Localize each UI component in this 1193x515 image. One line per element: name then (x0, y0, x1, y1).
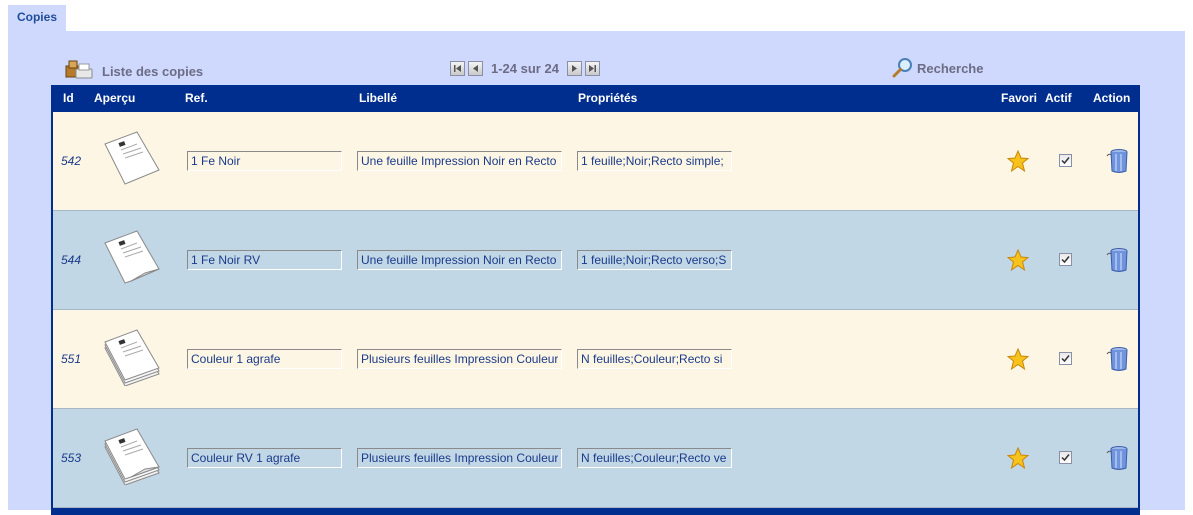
ref-field[interactable] (187, 349, 342, 369)
col-header-actif: Actif (1045, 91, 1072, 105)
trash-bin-icon[interactable] (1105, 148, 1131, 174)
col-header-favori: Favori (1001, 91, 1038, 105)
libelle-field[interactable] (357, 349, 562, 369)
col-header-apercu: Aperçu (94, 91, 136, 105)
prev-page-button[interactable] (468, 60, 483, 76)
ref-field[interactable] (187, 250, 342, 270)
ref-field[interactable] (187, 151, 342, 171)
stacked-sheets-curled-icon (104, 428, 160, 485)
row-id: 542 (61, 154, 82, 168)
prev-page-icon (473, 64, 478, 72)
first-page-icon (454, 64, 461, 72)
row-id: 551 (61, 352, 82, 366)
proprietes-field[interactable] (577, 151, 732, 171)
search-link[interactable]: Recherche (892, 57, 983, 79)
next-page-icon (571, 64, 577, 72)
col-header-id: Id (63, 91, 74, 105)
proprietes-field[interactable] (577, 349, 732, 369)
table-row: 553 (53, 409, 1138, 508)
list-title: Liste des copies (102, 64, 204, 79)
col-header-libelle: Libellé (359, 91, 398, 105)
last-page-button[interactable] (584, 60, 600, 76)
libelle-field[interactable] (357, 448, 562, 468)
actif-checkbox[interactable] (1059, 352, 1072, 365)
check-icon (1061, 454, 1070, 462)
check-icon (1061, 256, 1070, 264)
table-row: 551 (53, 310, 1138, 409)
row-id: 544 (61, 253, 82, 267)
search-label: Recherche (917, 60, 984, 76)
check-icon (1061, 157, 1070, 165)
copies-panel: Liste des copies 1-24 sur 24 Recherche I… (8, 31, 1185, 515)
pager-range: 1-24 sur 24 (491, 60, 559, 76)
single-sheet-icon (104, 131, 160, 185)
ref-field[interactable] (187, 448, 342, 468)
proprietes-field[interactable] (577, 448, 732, 468)
last-page-icon (588, 64, 596, 72)
star-icon[interactable] (1007, 348, 1029, 370)
actif-checkbox[interactable] (1059, 154, 1072, 167)
libelle-field[interactable] (357, 151, 562, 171)
trash-bin-icon[interactable] (1105, 346, 1131, 372)
star-icon[interactable] (1007, 447, 1029, 469)
libelle-field[interactable] (357, 250, 562, 270)
star-icon[interactable] (1007, 249, 1029, 271)
check-icon (1061, 355, 1070, 363)
col-header-action: Action (1093, 91, 1131, 105)
magnifier-icon (892, 58, 912, 78)
single-sheet-curled-icon (104, 230, 160, 284)
copies-table: Id Aperçu Ref. Libellé Propriétés Favori… (51, 85, 1140, 515)
tab-bar: Copies (0, 0, 1193, 31)
table-row: 544 (53, 211, 1138, 310)
proprietes-field[interactable] (577, 250, 732, 270)
tab-copies[interactable]: Copies (8, 5, 66, 31)
printer-list-icon (65, 60, 93, 79)
row-id: 553 (61, 451, 82, 465)
actif-checkbox[interactable] (1059, 253, 1072, 266)
pager: 1-24 sur 24 (450, 58, 600, 78)
trash-bin-icon[interactable] (1105, 247, 1131, 273)
toolbar: Liste des copies 1-24 sur 24 Recherche (8, 57, 1185, 85)
stacked-sheets-icon (104, 329, 160, 386)
actif-checkbox[interactable] (1059, 451, 1072, 464)
table-row: 542 (53, 112, 1138, 211)
star-icon[interactable] (1007, 150, 1029, 172)
first-page-button[interactable] (450, 60, 465, 76)
next-page-button[interactable] (566, 60, 582, 76)
table-header: Id Aperçu Ref. Libellé Propriétés Favori… (53, 85, 1138, 112)
col-header-proprietes: Propriétés (578, 91, 638, 105)
col-header-ref: Ref. (185, 91, 208, 105)
trash-bin-icon[interactable] (1105, 445, 1131, 471)
